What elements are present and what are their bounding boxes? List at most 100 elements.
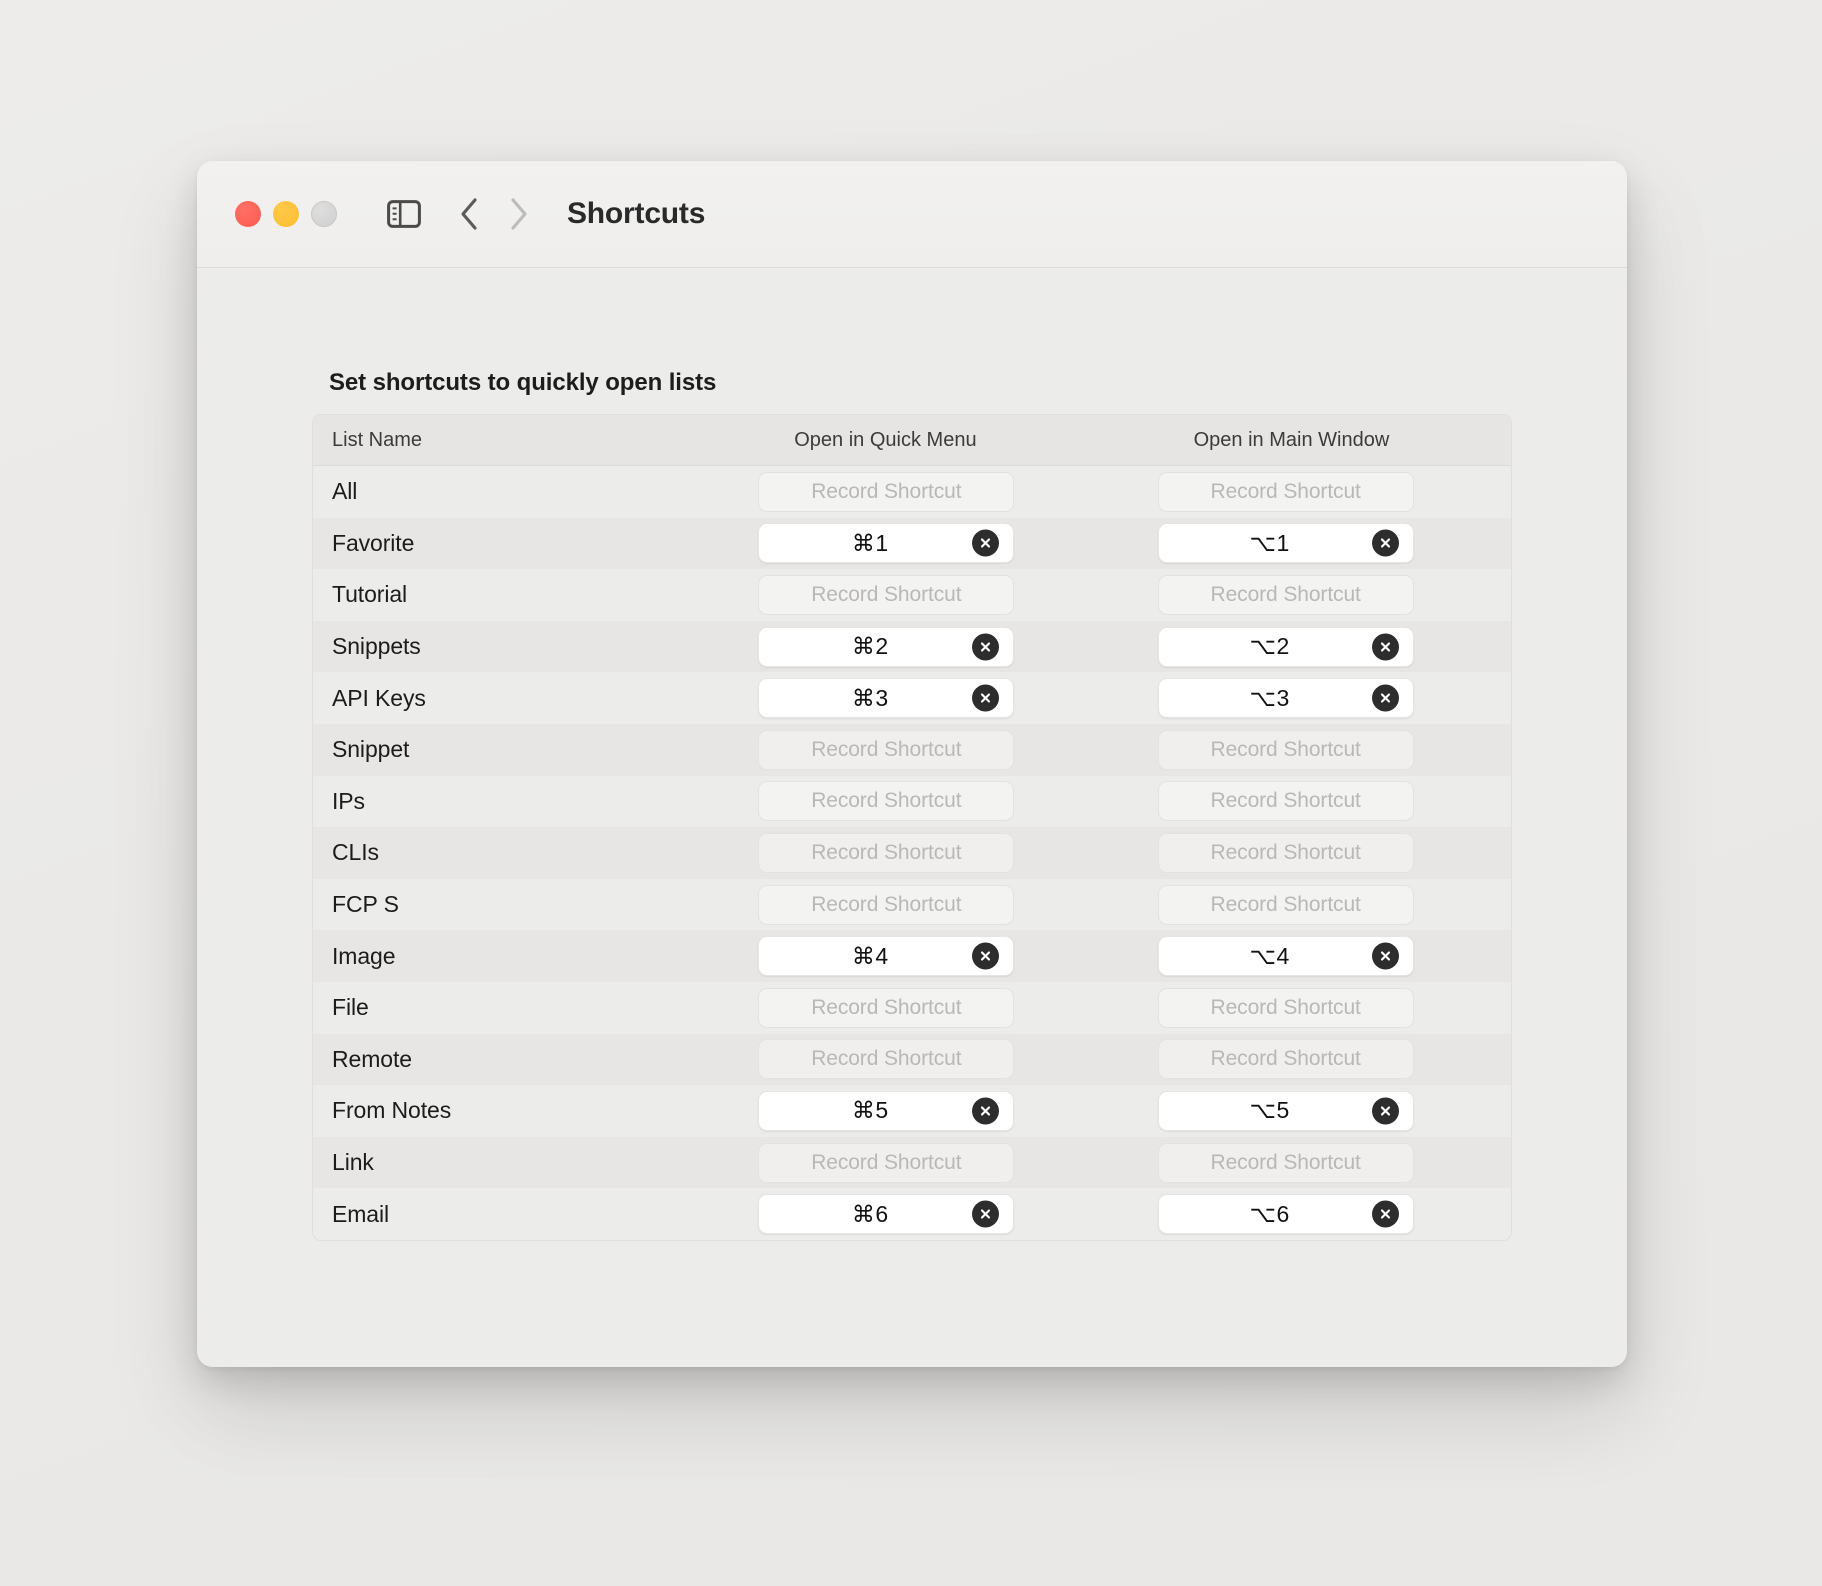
- clear-shortcut-button[interactable]: [1371, 1200, 1399, 1228]
- back-button[interactable]: [449, 191, 491, 237]
- clear-shortcut-button[interactable]: [1371, 942, 1399, 970]
- shortcut-field[interactable]: ⌘5: [758, 1090, 1015, 1131]
- record-shortcut-button[interactable]: Record Shortcut: [1157, 1039, 1414, 1080]
- clear-circle-x-icon: [978, 639, 993, 654]
- record-shortcut-button[interactable]: Record Shortcut: [758, 729, 1015, 770]
- record-shortcut-button[interactable]: Record Shortcut: [758, 884, 1015, 925]
- list-name-label: FCP S: [332, 891, 399, 918]
- clear-shortcut-button[interactable]: [972, 633, 1000, 661]
- list-name-label: API Keys: [332, 684, 426, 711]
- shortcut-cell-quick: Record Shortcut: [708, 729, 1111, 770]
- shortcut-keys-label: ⌥1: [1249, 529, 1290, 556]
- shortcut-field[interactable]: ⌘3: [758, 678, 1015, 719]
- list-name-label: Snippet: [332, 736, 410, 763]
- record-shortcut-button[interactable]: Record Shortcut: [1157, 781, 1414, 822]
- record-shortcut-button[interactable]: Record Shortcut: [1157, 832, 1414, 873]
- table-row: Link Record Shortcut Record Shortcut: [313, 1136, 1511, 1189]
- shortcut-cell-quick: ⌘2: [708, 626, 1111, 667]
- shortcut-cell-main: Record Shortcut: [1112, 729, 1511, 770]
- column-header-open-in-main-window: Open in Main Window: [1193, 428, 1390, 451]
- shortcut-field[interactable]: ⌥1: [1157, 523, 1414, 564]
- clear-circle-x-icon: [1378, 949, 1393, 964]
- shortcut-keys-label: ⌥6: [1249, 1200, 1290, 1227]
- shortcut-keys-label: ⌥2: [1249, 633, 1290, 660]
- shortcut-cell-quick: Record Shortcut: [708, 1142, 1111, 1183]
- shortcut-field[interactable]: ⌥6: [1157, 1194, 1414, 1235]
- window-title: Shortcuts: [567, 197, 706, 230]
- clear-circle-x-icon: [978, 691, 993, 706]
- clear-shortcut-button[interactable]: [972, 942, 1000, 970]
- clear-shortcut-button[interactable]: [972, 1097, 1000, 1125]
- forward-button[interactable]: [497, 191, 539, 237]
- clear-shortcut-button[interactable]: [972, 684, 1000, 712]
- shortcut-field[interactable]: ⌥3: [1157, 678, 1414, 719]
- record-shortcut-button[interactable]: Record Shortcut: [1157, 574, 1414, 615]
- record-shortcut-button[interactable]: Record Shortcut: [1157, 1142, 1414, 1183]
- shortcut-cell-quick: Record Shortcut: [708, 574, 1111, 615]
- record-shortcut-button[interactable]: Record Shortcut: [758, 781, 1015, 822]
- clear-circle-x-icon: [1378, 536, 1393, 551]
- record-shortcut-button[interactable]: Record Shortcut: [758, 987, 1015, 1028]
- minimize-button[interactable]: [273, 201, 299, 227]
- shortcut-field[interactable]: ⌘2: [758, 626, 1015, 667]
- record-shortcut-button[interactable]: Record Shortcut: [758, 1039, 1015, 1080]
- shortcut-field[interactable]: ⌘1: [758, 523, 1015, 564]
- shortcut-cell-quick: ⌘5: [708, 1090, 1111, 1131]
- shortcut-cell-main: ⌥5: [1112, 1090, 1511, 1131]
- clear-shortcut-button[interactable]: [1371, 1097, 1399, 1125]
- table-row: All Record Shortcut Record Shortcut: [313, 466, 1511, 518]
- column-header-open-in-quick-menu: Open in Quick Menu: [794, 428, 977, 451]
- chevron-left-icon: [459, 197, 481, 231]
- shortcut-field[interactable]: ⌘4: [758, 936, 1015, 977]
- sidebar-toggle-icon: [387, 200, 421, 228]
- shortcut-keys-label: ⌥5: [1249, 1097, 1290, 1124]
- record-shortcut-button[interactable]: Record Shortcut: [1157, 884, 1414, 925]
- clear-shortcut-button[interactable]: [972, 1200, 1000, 1228]
- maximize-button[interactable]: [311, 201, 337, 227]
- table-row: Snippet Record Shortcut Record Shortcut: [313, 723, 1511, 776]
- clear-shortcut-button[interactable]: [1371, 684, 1399, 712]
- window-toolbar: Shortcuts: [197, 161, 1627, 268]
- clear-circle-x-icon: [978, 1207, 993, 1222]
- table-row: Favorite ⌘1 ⌥1: [313, 517, 1511, 570]
- record-shortcut-button[interactable]: Record Shortcut: [758, 471, 1015, 512]
- shortcut-cell-main: ⌥2: [1112, 626, 1511, 667]
- shortcut-cell-main: Record Shortcut: [1112, 884, 1511, 925]
- shortcut-cell-main: Record Shortcut: [1112, 471, 1511, 512]
- record-shortcut-button[interactable]: Record Shortcut: [1157, 729, 1414, 770]
- close-button[interactable]: [235, 201, 261, 227]
- shortcut-cell-main: ⌥6: [1112, 1194, 1511, 1235]
- shortcut-field[interactable]: ⌥2: [1157, 626, 1414, 667]
- shortcut-field[interactable]: ⌥4: [1157, 936, 1414, 977]
- list-name-label: Tutorial: [332, 581, 408, 608]
- record-shortcut-button[interactable]: Record Shortcut: [758, 574, 1015, 615]
- column-header-list-name: List Name: [332, 428, 423, 451]
- desktop-background: Shortcuts Set shortcuts to quickly open …: [0, 0, 1822, 1586]
- list-name-label: File: [332, 994, 369, 1021]
- clear-shortcut-button[interactable]: [1371, 529, 1399, 557]
- shortcut-keys-label: ⌥3: [1249, 684, 1290, 711]
- clear-circle-x-icon: [1378, 691, 1393, 706]
- shortcut-field[interactable]: ⌘6: [758, 1194, 1015, 1235]
- clear-circle-x-icon: [978, 1103, 993, 1118]
- shortcut-keys-label: ⌘5: [851, 1097, 889, 1124]
- list-name-label: From Notes: [332, 1097, 452, 1124]
- section-title: Set shortcuts to quickly open lists: [329, 369, 717, 396]
- clear-circle-x-icon: [1378, 1103, 1393, 1118]
- list-name-label: Email: [332, 1200, 390, 1227]
- clear-shortcut-button[interactable]: [972, 529, 1000, 557]
- record-shortcut-button[interactable]: Record Shortcut: [1157, 471, 1414, 512]
- table-header-row: List Name Open in Quick Menu Open in Mai…: [313, 415, 1511, 466]
- shortcut-cell-main: Record Shortcut: [1112, 987, 1511, 1028]
- list-name-label: IPs: [332, 787, 365, 814]
- table-row: Snippets ⌘2 ⌥2: [313, 620, 1511, 673]
- sidebar-toggle-button[interactable]: [381, 191, 427, 237]
- record-shortcut-button[interactable]: Record Shortcut: [758, 1142, 1015, 1183]
- shortcut-cell-main: Record Shortcut: [1112, 1039, 1511, 1080]
- shortcut-field[interactable]: ⌥5: [1157, 1090, 1414, 1131]
- traffic-lights: [235, 201, 337, 227]
- shortcut-keys-label: ⌘4: [851, 942, 889, 969]
- clear-shortcut-button[interactable]: [1371, 633, 1399, 661]
- record-shortcut-button[interactable]: Record Shortcut: [1157, 987, 1414, 1028]
- record-shortcut-button[interactable]: Record Shortcut: [758, 832, 1015, 873]
